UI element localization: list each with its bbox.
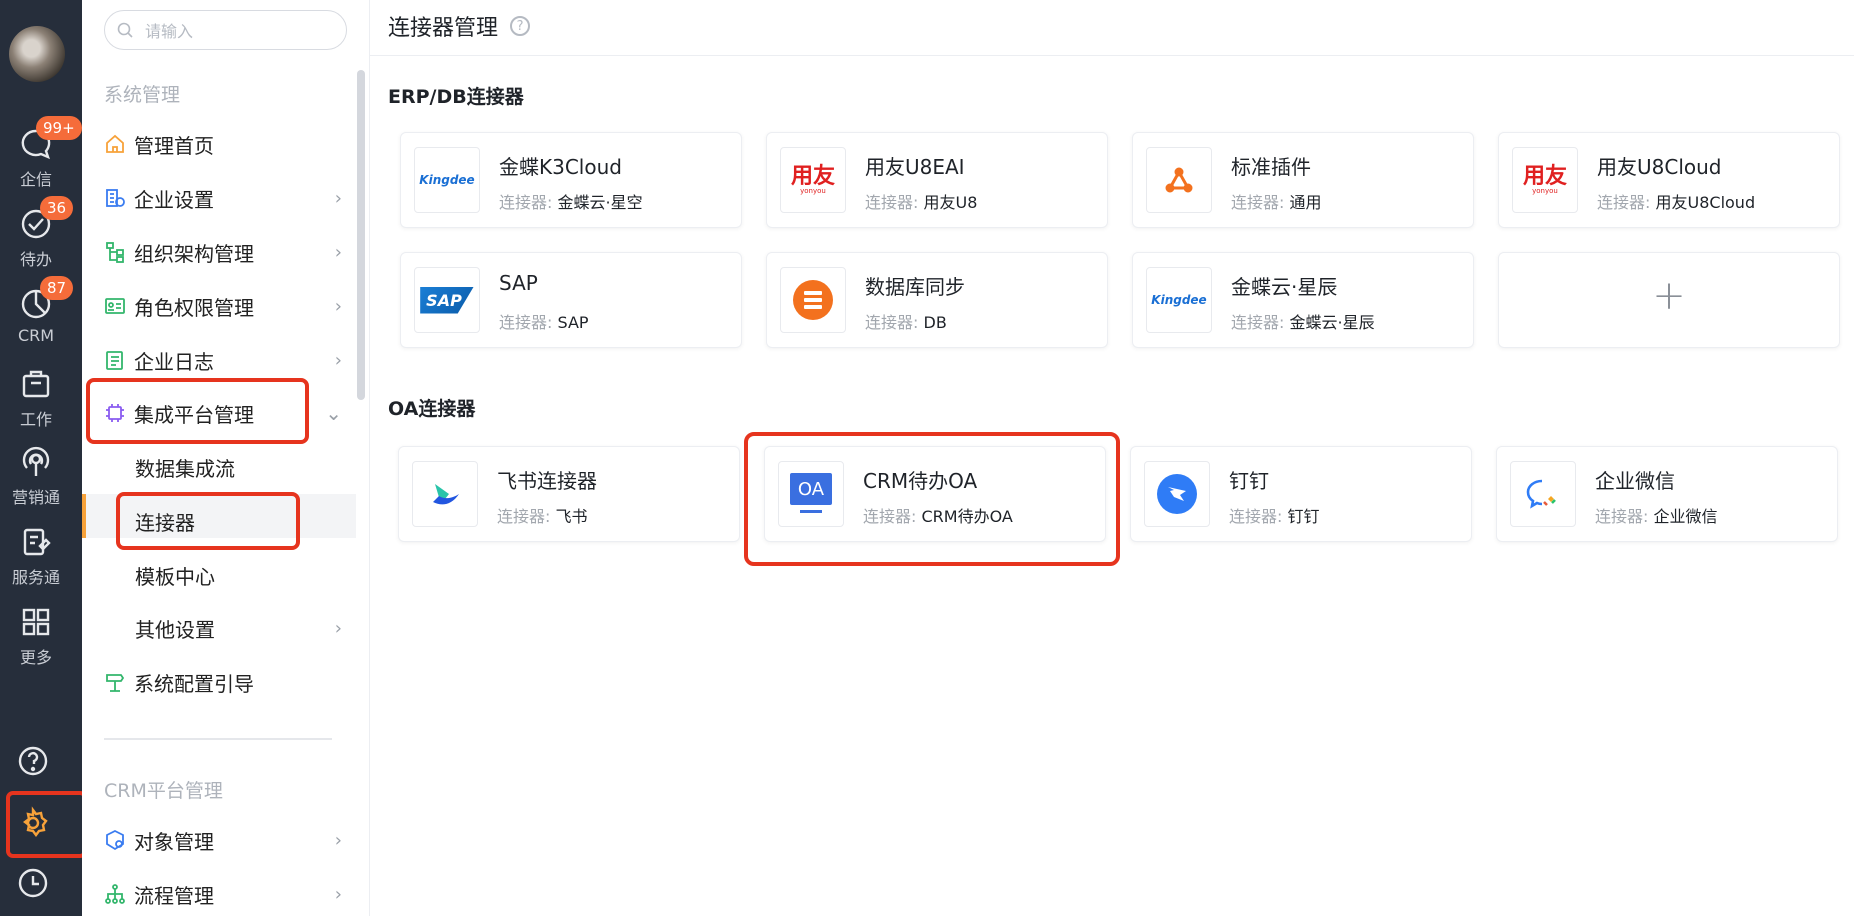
sidebar-item-config-guide[interactable]: 系统配置引导	[104, 662, 342, 702]
yonyou-logo: 用友 yonyou	[1512, 147, 1578, 213]
chevron-right-icon: ›	[334, 829, 342, 851]
active-item-indicator	[82, 494, 86, 538]
help-circle-icon[interactable]: ?	[510, 16, 531, 36]
object-icon	[104, 829, 126, 851]
connectors-highlight	[116, 492, 300, 550]
crm-todo-oa-highlight	[744, 432, 1120, 566]
chevron-right-icon: ›	[334, 187, 342, 209]
sidebar-subitem-other-settings[interactable]: 其他设置 ›	[135, 608, 342, 648]
chevron-right-icon: ›	[334, 349, 342, 371]
rail-item-crm[interactable]: CRM 87	[0, 276, 74, 345]
sidebar-item-object-management[interactable]: 对象管理 ›	[104, 820, 342, 860]
connector-card-kingdee-k3cloud[interactable]: Kingdee 金蝶K3Cloud 连接器: 金蝶云·星空	[400, 132, 742, 228]
connector-card-yonyou-u8eai[interactable]: 用友 yonyou 用友U8EAI 连接器: 用友U8	[766, 132, 1108, 228]
settings-highlight	[6, 791, 87, 858]
feishu-logo	[412, 461, 478, 527]
sidebar-search[interactable]: 请输入	[104, 10, 347, 50]
connector-card-yonyou-u8cloud[interactable]: 用友 yonyou 用友U8Cloud 连接器: 用友U8Cloud	[1498, 132, 1840, 228]
integration-platform-highlight	[86, 378, 309, 444]
service-icon	[18, 524, 54, 560]
sap-logo: SAP	[414, 267, 480, 333]
todo-badge: 36	[40, 196, 74, 220]
yonyou-logo: 用友 yonyou	[780, 147, 846, 213]
connector-card-dingtalk[interactable]: 钉钉 连接器: 钉钉	[1130, 446, 1472, 542]
kingdee-logo: Kingdee	[1146, 267, 1212, 333]
rail-item-work[interactable]: 工作	[0, 366, 72, 430]
main-content: 连接器管理 ? ERP/DB连接器 Kingdee 金蝶K3Cloud 连接器:…	[370, 0, 1854, 916]
org-tree-icon	[104, 241, 126, 263]
add-connector-card[interactable]: +	[1498, 252, 1840, 348]
chevron-down-icon: ⌄	[325, 401, 342, 425]
section-erp-db: ERP/DB连接器	[388, 86, 524, 108]
crm-badge: 87	[40, 276, 74, 300]
kingdee-logo: Kingdee	[414, 147, 480, 213]
grid-icon	[18, 604, 54, 640]
building-icon	[104, 187, 126, 209]
chevron-right-icon: ›	[334, 883, 342, 905]
page-title: 连接器管理 ?	[388, 10, 531, 42]
section-oa: OA连接器	[388, 398, 476, 420]
sidebar-item-flow-management[interactable]: 流程管理 ›	[104, 874, 342, 914]
search-icon	[117, 22, 133, 38]
connector-card-standard-plugin[interactable]: 标准插件 连接器: 通用	[1132, 132, 1474, 228]
rail-item-more[interactable]: 更多	[0, 604, 72, 668]
log-icon	[104, 349, 126, 371]
group-label-crm: CRM平台管理	[104, 780, 223, 802]
search-placeholder: 请输入	[145, 22, 194, 41]
chevron-right-icon: ›	[334, 617, 342, 639]
chevron-right-icon: ›	[334, 241, 342, 263]
chevron-right-icon: ›	[334, 295, 342, 317]
admin-sidebar: 请输入 系统管理 管理首页 企业设置 › 组织架构管理 › 角色权限管理 › 企…	[82, 0, 370, 916]
flow-icon	[104, 883, 126, 905]
home-icon	[104, 133, 126, 155]
plugin-logo	[1146, 147, 1212, 213]
group-label-system: 系统管理	[104, 84, 181, 106]
messages-badge: 99+	[36, 116, 82, 140]
dingtalk-logo	[1144, 461, 1210, 527]
title-divider	[370, 55, 1854, 56]
left-nav-rail: 企信 99+ 待办 36 CRM 87 工作 营销通 服务通 更多	[0, 0, 87, 916]
broadcast-icon	[18, 444, 54, 480]
connector-card-feishu[interactable]: 飞书连接器 连接器: 飞书	[398, 446, 740, 542]
rail-item-todo[interactable]: 待办 36	[0, 196, 74, 270]
rail-item-messages[interactable]: 企信 99+	[0, 116, 82, 190]
sidebar-item-enterprise-settings[interactable]: 企业设置 ›	[104, 178, 342, 218]
sidebar-item-admin-home[interactable]: 管理首页	[104, 124, 342, 164]
connector-card-kingdee-xingchen[interactable]: Kingdee 金蝶云·星辰 连接器: 金蝶云·星辰	[1132, 252, 1474, 348]
help-icon[interactable]	[16, 744, 56, 784]
signpost-icon	[104, 671, 126, 693]
sidebar-item-org-structure[interactable]: 组织架构管理 ›	[104, 232, 342, 272]
database-logo	[780, 267, 846, 333]
connector-card-sap[interactable]: SAP SAP 连接器: SAP	[400, 252, 742, 348]
connector-card-wecom[interactable]: 企业微信 连接器: 企业微信	[1496, 446, 1838, 542]
rail-item-service[interactable]: 服务通	[0, 524, 72, 588]
connector-card-database-sync[interactable]: 数据库同步 连接器: DB	[766, 252, 1108, 348]
wecom-logo	[1510, 461, 1576, 527]
sidebar-subitem-template-center[interactable]: 模板中心	[135, 561, 215, 590]
sidebar-subitem-data-flow[interactable]: 数据集成流	[135, 453, 235, 482]
rail-item-marketing[interactable]: 营销通	[0, 444, 72, 508]
briefcase-icon	[18, 366, 54, 402]
user-avatar[interactable]	[9, 26, 65, 82]
clock-icon[interactable]	[16, 866, 56, 906]
sidebar-item-enterprise-log[interactable]: 企业日志 ›	[104, 340, 342, 380]
sidebar-item-role-permissions[interactable]: 角色权限管理 ›	[104, 286, 342, 326]
id-card-icon	[104, 295, 126, 317]
plus-icon: +	[1652, 273, 1686, 319]
sidebar-divider	[104, 738, 332, 740]
sidebar-scrollbar[interactable]	[357, 70, 365, 400]
